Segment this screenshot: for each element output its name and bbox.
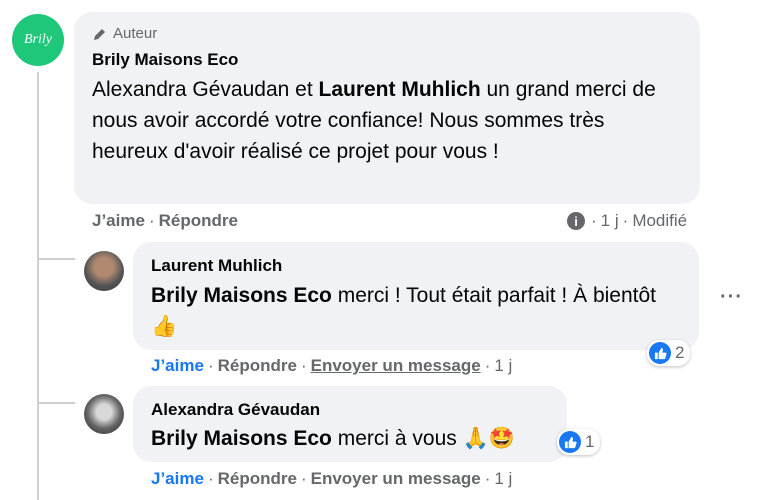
reaction-count-value-1: 2 [675, 343, 685, 362]
reply-mention-1[interactable]: Brily Maisons Eco [151, 284, 332, 307]
reply-text-2: Brily Maisons Eco merci à vous 🙏🤩 [151, 423, 515, 454]
separator: · [484, 469, 491, 488]
thumbs-up-icon [649, 342, 671, 364]
thumbs-up-emoji: 👍 [151, 315, 178, 338]
thread-line-vertical [37, 72, 39, 500]
separator: · [622, 211, 629, 230]
separator: · [207, 356, 214, 375]
reply-mention-2[interactable]: Brily Maisons Eco [151, 427, 332, 450]
reply-bubble-2: Alexandra Gévaudan Brily Maisons Eco mer… [133, 386, 567, 462]
comment-bubble: Auteur Brily Maisons Eco Alexandra Gévau… [74, 12, 700, 204]
modified-label[interactable]: Modifié [632, 211, 687, 231]
avatar-alexandra[interactable] [84, 394, 124, 434]
pen-icon [92, 26, 108, 42]
comment-meta: i · 1 j · Modifié [567, 211, 687, 231]
reaction-count-2[interactable]: 1 [557, 429, 601, 455]
reply-bubble-1: Laurent Muhlich Brily Maisons Eco merci … [133, 242, 699, 350]
reply-actions-2: J’aime · Répondre · Envoyer un message · 1 j [151, 469, 512, 489]
separator: · [300, 469, 307, 488]
avatar-brily[interactable]: Brily [12, 14, 64, 66]
reply-time-1[interactable]: 1 j [494, 356, 512, 375]
separator: · [300, 356, 307, 375]
reply-link-2[interactable]: Répondre [218, 469, 297, 488]
thread-line-branch-1 [37, 258, 75, 260]
send-message-link-1[interactable]: Envoyer un message [311, 356, 481, 375]
thumbs-up-icon [559, 431, 581, 453]
reply-time-2[interactable]: 1 j [494, 469, 512, 488]
like-link-1[interactable]: J’aime [151, 356, 204, 375]
comment-text: Alexandra Gévaudan et Laurent Muhlich un… [92, 74, 672, 167]
reply-author-1[interactable]: Laurent Muhlich [151, 256, 282, 276]
reaction-count-value-2: 1 [585, 432, 595, 451]
author-badge: Auteur [92, 25, 157, 42]
comment-text-part-1: Alexandra Gévaudan et [92, 78, 319, 101]
avatar-laurent[interactable] [84, 251, 124, 291]
reply-text-1-body: merci ! Tout était parfait ! À bientôt [331, 284, 656, 307]
reaction-count-1[interactable]: 2 [647, 340, 691, 366]
reply-author-2[interactable]: Alexandra Gévaudan [151, 400, 320, 420]
thread-line-branch-2 [37, 402, 75, 404]
reply-text-1: Brily Maisons Eco merci ! Tout était par… [151, 280, 671, 342]
info-icon[interactable]: i [567, 212, 585, 230]
reply-text-2-body: merci à vous [331, 427, 463, 450]
separator: · [207, 469, 214, 488]
author-badge-label: Auteur [113, 25, 158, 42]
comment-author[interactable]: Brily Maisons Eco [92, 50, 238, 70]
separator: · [591, 211, 597, 230]
brily-logo-text: Brily [24, 32, 52, 47]
like-link[interactable]: J’aime [92, 211, 145, 230]
reply-link-1[interactable]: Répondre [218, 356, 297, 375]
comment-mention[interactable]: Laurent Muhlich [319, 78, 481, 101]
separator: · [484, 356, 491, 375]
reply-link[interactable]: Répondre [159, 211, 238, 230]
reply-actions-1: J’aime · Répondre · Envoyer un message · 1 j [151, 356, 512, 376]
like-link-2[interactable]: J’aime [151, 469, 204, 488]
comment-time[interactable]: 1 j [601, 211, 619, 231]
more-options-icon[interactable]: ··· [720, 286, 743, 309]
separator: · [148, 211, 155, 230]
comment-actions: J’aime · Répondre [92, 211, 238, 231]
pray-star-emoji: 🙏🤩 [462, 427, 515, 450]
send-message-link-2[interactable]: Envoyer un message [311, 469, 481, 488]
